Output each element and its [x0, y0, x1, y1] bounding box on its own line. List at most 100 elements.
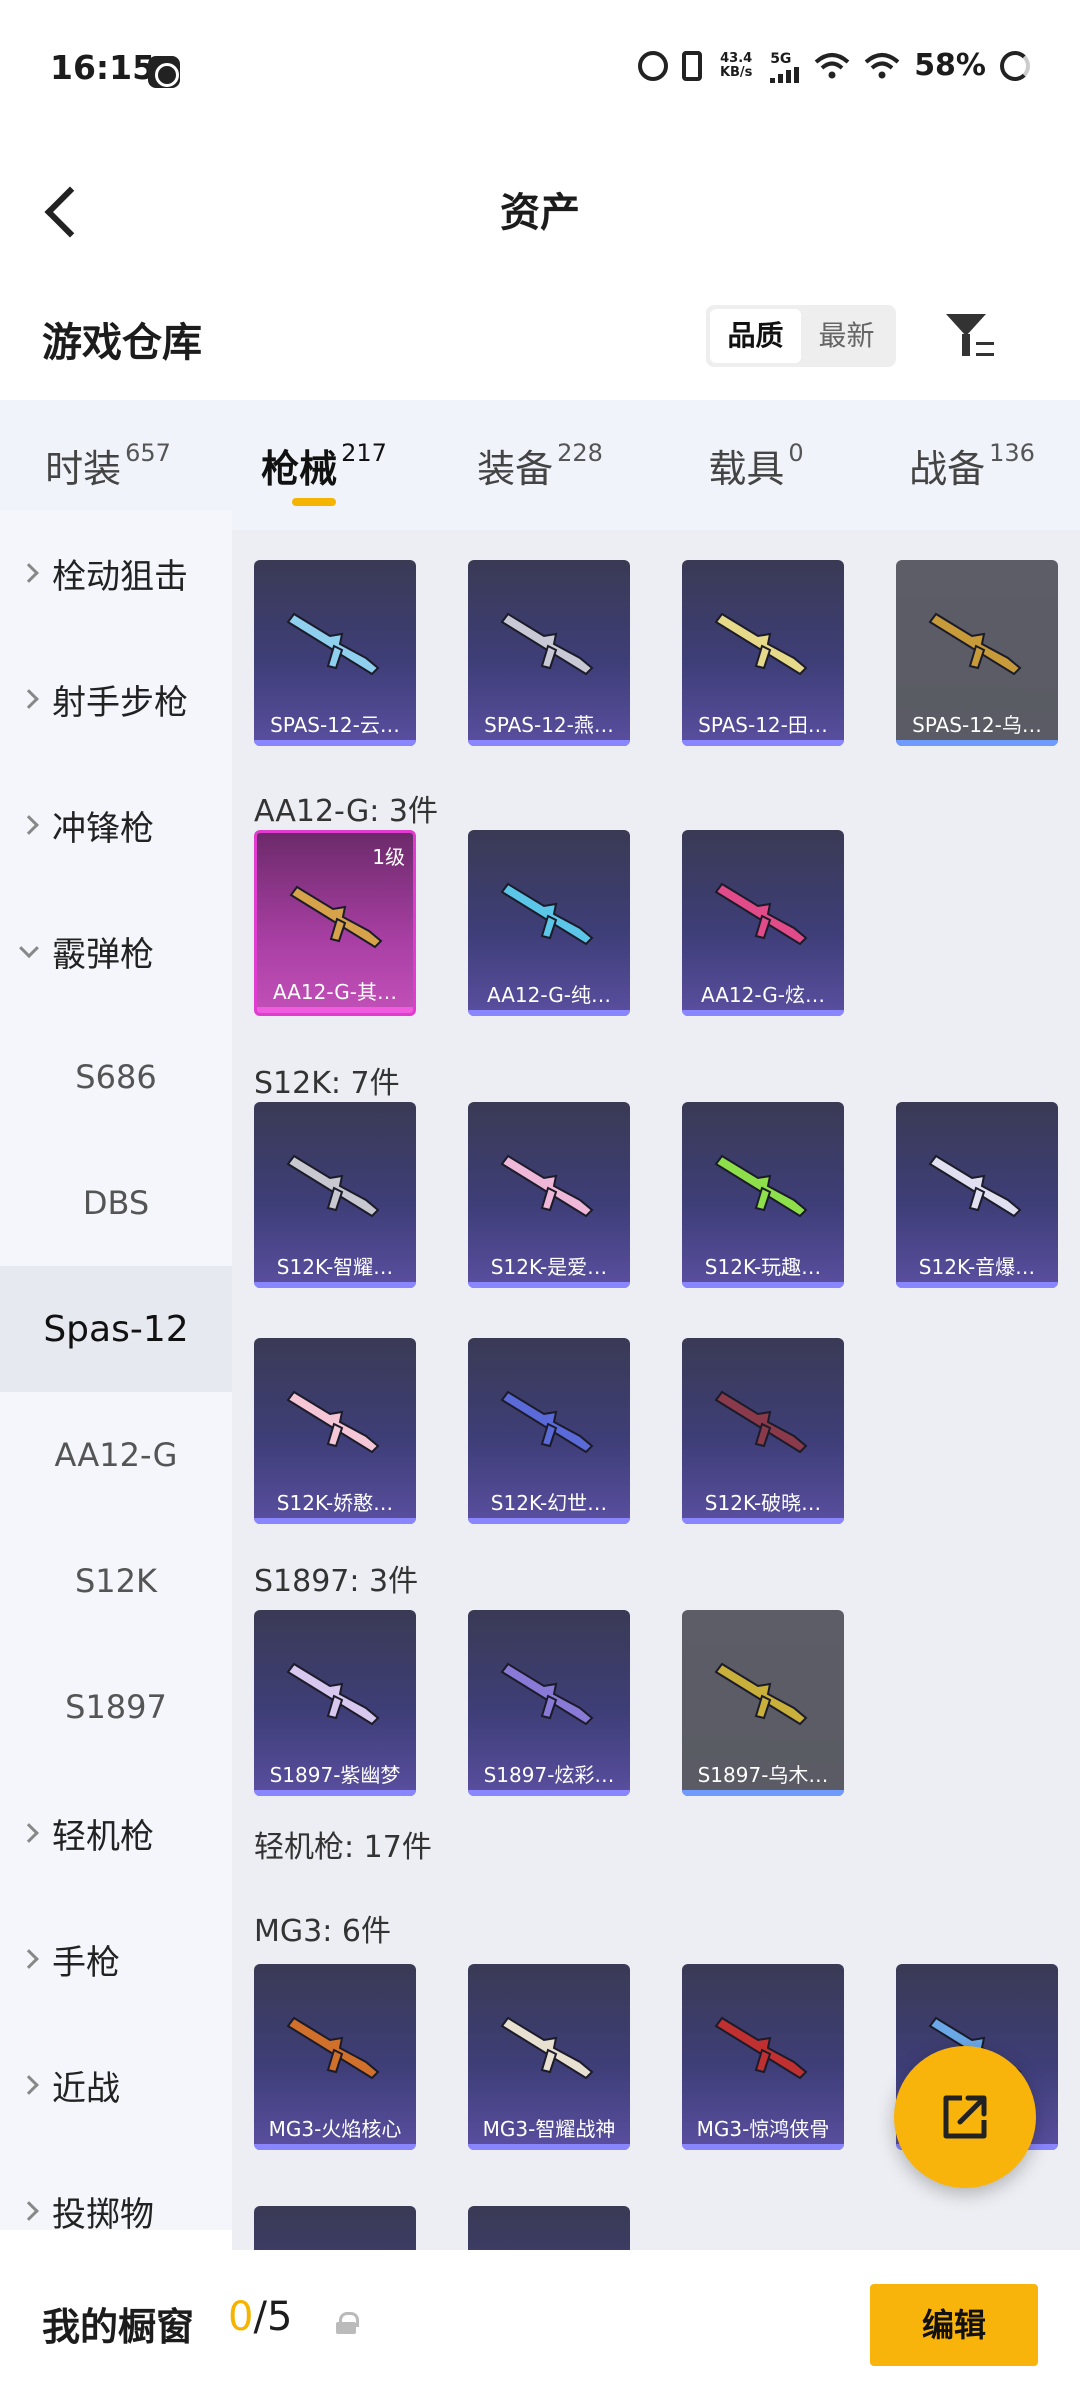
rarity-bar — [468, 740, 630, 746]
skin-card-partial[interactable] — [254, 2206, 416, 2250]
alarm-icon — [638, 50, 669, 81]
sort-newest-button[interactable]: 最新 — [801, 309, 892, 363]
skin-card[interactable]: S12K-智耀… — [254, 1102, 416, 1288]
skin-card[interactable]: SPAS-12-云… — [254, 560, 416, 746]
wifi-icon — [814, 52, 850, 78]
sidebar-item-aa12g[interactable]: AA12-G — [0, 1392, 232, 1518]
sidebar-item-s686[interactable]: S686 — [0, 1014, 232, 1140]
sidebar-item-spas12[interactable]: Spas-12 — [0, 1266, 232, 1392]
skin-card[interactable]: MG3-智耀战神 — [468, 1964, 630, 2150]
sidebar-item-label: 冲锋枪 — [52, 808, 154, 849]
skin-card[interactable]: S1897-炫彩… — [468, 1610, 630, 1796]
wifi-icon-2 — [864, 52, 900, 78]
skin-level-badge: 1级 — [372, 845, 405, 869]
skin-card[interactable]: SPAS-12-燕… — [468, 560, 630, 746]
skin-name: S12K-智耀… — [276, 1255, 394, 1279]
chevron-down-icon — [19, 938, 39, 959]
rarity-bar — [254, 1282, 416, 1288]
skin-card[interactable]: S1897-紫幽梦 — [254, 1610, 416, 1796]
sidebar-item-s12k[interactable]: S12K — [0, 1518, 232, 1644]
skin-card[interactable]: MG3-火焰核心 — [254, 1964, 416, 2150]
tab-label: 装备 — [477, 446, 554, 491]
skin-card[interactable]: S12K-玩趣… — [682, 1102, 844, 1288]
sidebar-item-shotgun[interactable]: 霰弹枪 — [0, 888, 232, 1014]
skin-name: SPAS-12-云… — [270, 713, 400, 737]
sidebar-item-bolt-action-sniper[interactable]: 栓动狙击 — [0, 510, 232, 636]
sidebar-item-label: S12K — [74, 1562, 157, 1600]
share-button[interactable] — [894, 2046, 1036, 2188]
sidebar-item-label: S686 — [75, 1058, 157, 1096]
rarity-bar — [254, 740, 416, 746]
sidebar-item-s1897[interactable]: S1897 — [0, 1644, 232, 1770]
skin-name: S1897-乌木… — [697, 1763, 829, 1787]
tab-equipment[interactable]: 装备 228 — [432, 400, 648, 530]
skin-name: S12K-是爱… — [490, 1255, 608, 1279]
gun-skin-icon — [714, 2016, 808, 2080]
tab-vehicles[interactable]: 载具 0 — [648, 400, 864, 530]
sidebar-item-label: AA12-G — [54, 1436, 178, 1474]
chevron-right-icon — [19, 2075, 39, 2095]
skin-card[interactable]: S1897-乌木… — [682, 1610, 844, 1796]
section-label-lmg: 轻机枪: 17件 — [254, 1830, 432, 1865]
tab-supplies[interactable]: 战备 136 — [864, 400, 1080, 530]
rarity-bar — [682, 1518, 844, 1524]
rarity-bar — [254, 2144, 416, 2150]
skin-card[interactable]: S12K-幻世… — [468, 1338, 630, 1524]
tab-label: 时装 — [45, 446, 122, 491]
skin-card[interactable]: S12K-音爆… — [896, 1102, 1058, 1288]
warehouse-title: 游戏仓库 — [42, 320, 202, 366]
skin-name: SPAS-12-田… — [698, 713, 828, 737]
gun-skin-icon — [500, 1662, 594, 1726]
sidebar-item-melee[interactable]: 近战 — [0, 2022, 232, 2148]
sidebar-item-label: 霰弹枪 — [52, 934, 154, 975]
sidebar-item-label: DBS — [82, 1184, 150, 1222]
chevron-right-icon — [19, 1823, 39, 1843]
sidebar-item-pistol[interactable]: 手枪 — [0, 1896, 232, 2022]
sidebar-item-lmg[interactable]: 轻机枪 — [0, 1770, 232, 1896]
sort-quality-button[interactable]: 品质 — [710, 309, 801, 363]
sidebar-item-label: 近战 — [52, 2068, 120, 2109]
chevron-right-icon — [19, 815, 39, 835]
skin-card[interactable]: S12K-破晓… — [682, 1338, 844, 1524]
skin-name: S12K-幻世… — [490, 1491, 608, 1515]
battery-icon — [1000, 50, 1030, 81]
sidebar-item-dbs[interactable]: DBS — [0, 1140, 232, 1266]
filter-icon[interactable] — [944, 312, 998, 362]
skin-card[interactable]: S12K-是爱… — [468, 1102, 630, 1288]
gun-skin-icon — [286, 1154, 380, 1218]
gun-skin-icon — [714, 1662, 808, 1726]
tab-firearms[interactable]: 枪械 217 — [216, 400, 432, 530]
rarity-bar — [896, 740, 1058, 746]
tab-count: 217 — [341, 439, 387, 467]
skin-card[interactable]: SPAS-12-田… — [682, 560, 844, 746]
skin-card[interactable]: SPAS-12-乌… — [896, 560, 1058, 746]
skin-card[interactable]: MG3-惊鸿侠骨 — [682, 1964, 844, 2150]
status-time: 16:15 — [50, 48, 156, 87]
skin-name: S12K-音爆… — [918, 1255, 1036, 1279]
edit-button[interactable]: 编辑 — [870, 2284, 1038, 2366]
skin-card[interactable]: AA12-G-纯… — [468, 830, 630, 1016]
signal-icon: 5G — [770, 51, 800, 83]
sidebar-item-marksman-rifle[interactable]: 射手步枪 — [0, 636, 232, 762]
rarity-bar — [468, 2144, 630, 2150]
skin-card[interactable]: AA12-G-炫… — [682, 830, 844, 1016]
rarity-bar — [468, 1790, 630, 1796]
rarity-bar — [468, 1282, 630, 1288]
sidebar-item-smg[interactable]: 冲锋枪 — [0, 762, 232, 888]
rarity-bar — [682, 1010, 844, 1016]
skin-name: S1897-紫幽梦 — [269, 1763, 401, 1787]
skin-card-partial[interactable] — [468, 2206, 630, 2250]
sidebar-item-label: 栓动狙击 — [52, 556, 188, 597]
sidebar-item-throwable[interactable]: 投掷物 — [0, 2148, 232, 2230]
tab-count: 136 — [989, 439, 1035, 467]
battery-level: 58% — [914, 48, 986, 83]
skin-name: S1897-炫彩… — [483, 1763, 615, 1787]
rarity-bar — [682, 740, 844, 746]
showcase-current: 0 — [228, 2294, 254, 2340]
skin-name: S12K-娇憨… — [276, 1491, 394, 1515]
showcase-bar: 我的橱窗 0/5 编辑 — [0, 2250, 1080, 2400]
gun-skin-icon — [928, 1154, 1022, 1218]
skin-card[interactable]: 1级 AA12-G-其… — [254, 830, 416, 1016]
section-label-s12k: S12K: 7件 — [254, 1066, 400, 1101]
skin-card[interactable]: S12K-娇憨… — [254, 1338, 416, 1524]
